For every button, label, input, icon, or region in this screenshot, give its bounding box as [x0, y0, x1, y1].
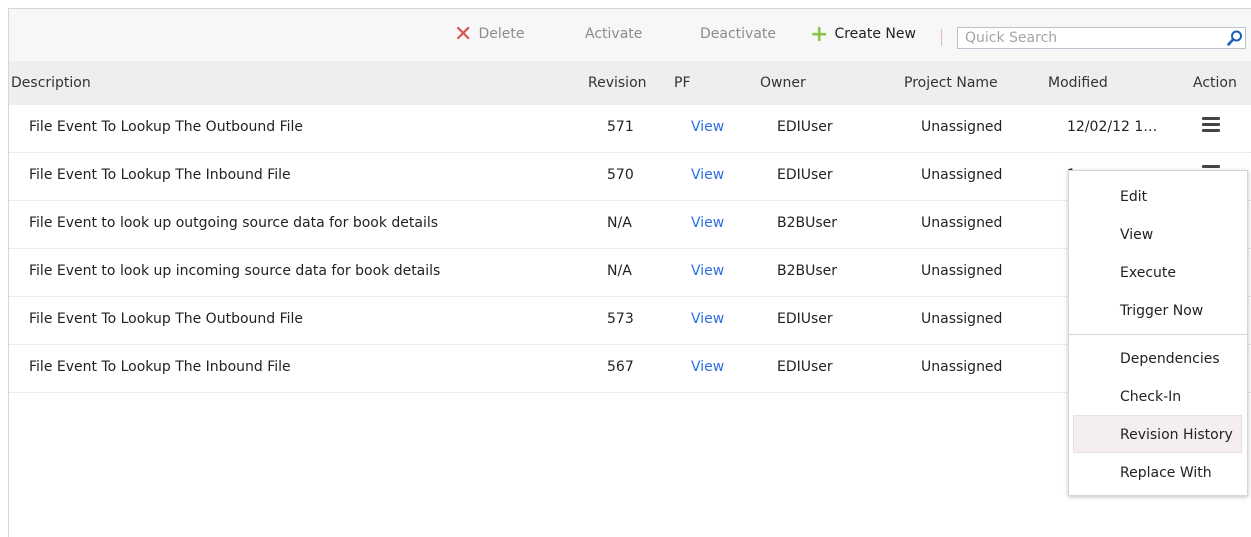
pf-view-link[interactable]: View [691, 311, 724, 327]
activate-button[interactable]: Activate [585, 26, 642, 42]
cell-description: File Event To Lookup The Outbound File [29, 311, 304, 327]
menu-item-edit[interactable]: Edit [1120, 189, 1147, 205]
col-header-project-name[interactable]: Project Name [904, 75, 998, 91]
cell-project-name: Unassigned [921, 359, 1003, 375]
create-new-button[interactable]: + Create New [810, 24, 916, 46]
cell-owner: B2BUser [777, 215, 838, 231]
cell-revision: 570 [607, 167, 634, 183]
search-icon[interactable] [1226, 29, 1244, 47]
quick-search-box [957, 27, 1246, 49]
cell-project-name: Unassigned [921, 119, 1003, 135]
cell-owner: B2BUser [777, 263, 838, 279]
quick-search-input[interactable] [958, 28, 1220, 48]
col-header-modified[interactable]: Modified [1048, 75, 1108, 91]
cell-revision: 567 [607, 359, 634, 375]
hamburger-menu-icon[interactable] [1202, 117, 1220, 133]
cell-owner: EDIUser [777, 167, 833, 183]
pf-view-link[interactable]: View [691, 359, 724, 375]
pf-view-link[interactable]: View [691, 215, 724, 231]
table-row[interactable]: File Event To Lookup The Inbound File 57… [9, 153, 1251, 201]
col-header-owner[interactable]: Owner [760, 75, 806, 91]
cell-description: File Event to look up outgoing source da… [29, 215, 439, 231]
cell-modified: 12/02/12 1… [1067, 119, 1158, 135]
pf-view-link[interactable]: View [691, 119, 724, 135]
menu-item-dependencies[interactable]: Dependencies [1120, 351, 1220, 367]
menu-item-trigger-now[interactable]: Trigger Now [1120, 303, 1203, 319]
cell-revision: N/A [607, 263, 632, 279]
table-row[interactable]: File Event to look up outgoing source da… [9, 201, 1251, 249]
cell-owner: EDIUser [777, 119, 833, 135]
menu-divider [1069, 334, 1247, 335]
table-row[interactable]: File Event To Lookup The Inbound File 56… [9, 345, 1251, 393]
cell-description: File Event To Lookup The Inbound File [29, 359, 291, 375]
table-row[interactable]: File Event To Lookup The Outbound File 5… [9, 297, 1251, 345]
col-header-action: Action [1193, 75, 1237, 91]
col-header-revision[interactable]: Revision [588, 75, 647, 91]
action-context-menu: Edit View Execute Trigger Now Dependenci… [1068, 170, 1248, 496]
cell-project-name: Unassigned [921, 263, 1003, 279]
main-panel: ✕ Delete Activate Deactivate + Create New … [8, 8, 1251, 537]
cell-revision: 571 [607, 119, 634, 135]
cell-description: File Event to look up incoming source da… [29, 263, 441, 279]
table-row[interactable]: File Event to look up incoming source da… [9, 249, 1251, 297]
cell-revision: 573 [607, 311, 634, 327]
toolbar: ✕ Delete Activate Deactivate + Create New [9, 9, 1251, 61]
pf-view-link[interactable]: View [691, 263, 724, 279]
create-new-label: Create New [834, 26, 916, 42]
cell-owner: EDIUser [777, 311, 833, 327]
menu-item-revision-history[interactable]: Revision History [1120, 427, 1233, 443]
menu-item-replace-with[interactable]: Replace With [1120, 465, 1212, 481]
deactivate-button[interactable]: Deactivate [700, 26, 776, 42]
menu-item-view[interactable]: View [1120, 227, 1153, 243]
col-header-description[interactable]: Description [11, 75, 91, 91]
x-icon: ✕ [454, 22, 473, 47]
plus-icon: + [810, 22, 829, 47]
cell-project-name: Unassigned [921, 215, 1003, 231]
cell-project-name: Unassigned [921, 311, 1003, 327]
cell-description: File Event To Lookup The Outbound File [29, 119, 304, 135]
table-header: Description Revision PF Owner Project Na… [9, 61, 1251, 105]
toolbar-divider [941, 29, 942, 46]
menu-item-check-in[interactable]: Check-In [1120, 389, 1181, 405]
cell-project-name: Unassigned [921, 167, 1003, 183]
col-header-pf[interactable]: PF [674, 75, 691, 91]
pf-view-link[interactable]: View [691, 167, 724, 183]
table-row[interactable]: File Event To Lookup The Outbound File 5… [9, 105, 1251, 153]
cell-description: File Event To Lookup The Inbound File [29, 167, 291, 183]
cell-revision: N/A [607, 215, 632, 231]
menu-item-execute[interactable]: Execute [1120, 265, 1176, 281]
delete-label: Delete [478, 26, 525, 42]
delete-button[interactable]: ✕ Delete [454, 24, 525, 46]
cell-owner: EDIUser [777, 359, 833, 375]
